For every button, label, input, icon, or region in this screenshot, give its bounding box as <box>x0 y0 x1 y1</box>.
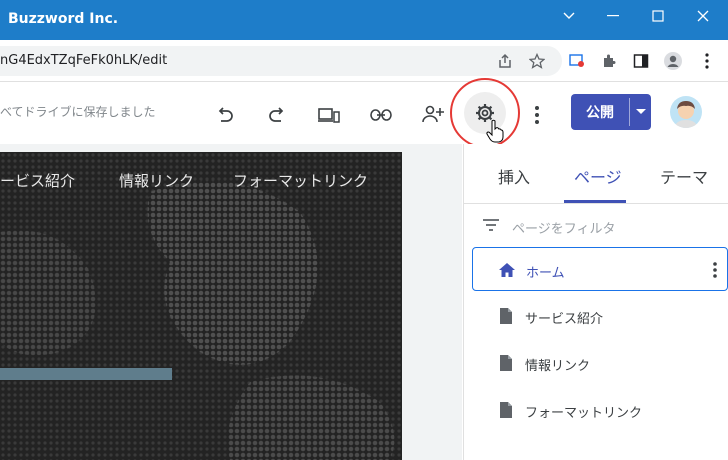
page-item-services[interactable]: サービス紹介 <box>472 294 728 338</box>
redo-icon[interactable] <box>264 102 290 128</box>
publish-button[interactable]: 公開 <box>571 94 651 130</box>
site-nav-item[interactable]: 情報リンク <box>119 170 194 191</box>
site-nav-item[interactable]: ービス紹介 <box>0 170 75 191</box>
avatar[interactable] <box>670 96 702 128</box>
browser-address-bar: nG4EdxTZqFeFk0hLK/edit <box>0 40 728 82</box>
window-title: Buzzword Inc. <box>8 11 119 27</box>
add-person-icon[interactable] <box>419 101 447 127</box>
extension-capture-icon[interactable] <box>566 50 588 72</box>
site-preview[interactable]: ービス紹介 情報リンク フォーマットリンク <box>0 152 402 460</box>
filter-icon <box>483 219 499 231</box>
right-panel: 挿入 ページ テーマ ページをフィルタ ホーム サービス紹介 情報リンク フォー… <box>463 144 728 460</box>
page-item-label: フォーマットリンク <box>525 406 643 421</box>
share-page-icon[interactable] <box>494 51 516 71</box>
devices-preview-icon[interactable] <box>315 102 343 128</box>
close-button[interactable] <box>680 0 726 32</box>
maximize-button[interactable] <box>635 0 681 32</box>
header-background-image <box>0 152 402 460</box>
link-icon[interactable] <box>367 102 395 128</box>
tab-insert[interactable]: 挿入 <box>498 164 530 188</box>
tab-divider <box>464 203 728 204</box>
window-titlebar: Buzzword Inc. <box>0 0 728 40</box>
page-item-home[interactable]: ホーム <box>472 247 728 291</box>
profile-icon[interactable] <box>662 50 684 72</box>
tab-pages[interactable]: ページ <box>574 164 622 188</box>
page-item-label: 情報リンク <box>525 359 591 374</box>
url-text: nG4EdxTZqFeFk0hLK/edit <box>0 53 168 68</box>
page-icon <box>496 400 516 420</box>
publish-dropdown-icon[interactable] <box>630 94 651 130</box>
title-accent-bar <box>0 368 172 380</box>
page-item-label: ホーム <box>526 266 565 281</box>
filter-placeholder: ページをフィルタ <box>512 222 616 237</box>
site-nav-item[interactable]: フォーマットリンク <box>233 170 368 191</box>
publish-label: 公開 <box>586 105 614 121</box>
minimize-button[interactable] <box>590 0 636 32</box>
undo-icon[interactable] <box>212 102 238 128</box>
browser-menu-icon[interactable] <box>696 50 718 72</box>
home-icon <box>497 260 517 280</box>
highlight-circle <box>450 78 520 148</box>
url-field[interactable]: nG4EdxTZqFeFk0hLK/edit <box>0 46 562 76</box>
page-item-info-links[interactable]: 情報リンク <box>472 341 728 385</box>
chevron-down-icon[interactable] <box>546 0 592 32</box>
bookmark-star-icon[interactable] <box>526 51 548 71</box>
page-item-format-links[interactable]: フォーマットリンク <box>472 388 728 432</box>
more-vert-icon[interactable] <box>705 258 725 282</box>
tab-themes[interactable]: テーマ <box>660 164 708 188</box>
page-item-label: サービス紹介 <box>525 312 604 327</box>
more-vert-icon[interactable] <box>528 102 546 128</box>
save-status: べてドライブに保存しました <box>0 105 156 119</box>
page-icon <box>496 353 516 373</box>
page-icon <box>496 306 516 326</box>
extensions-puzzle-icon[interactable] <box>598 50 620 72</box>
side-panel-icon[interactable] <box>630 50 652 72</box>
